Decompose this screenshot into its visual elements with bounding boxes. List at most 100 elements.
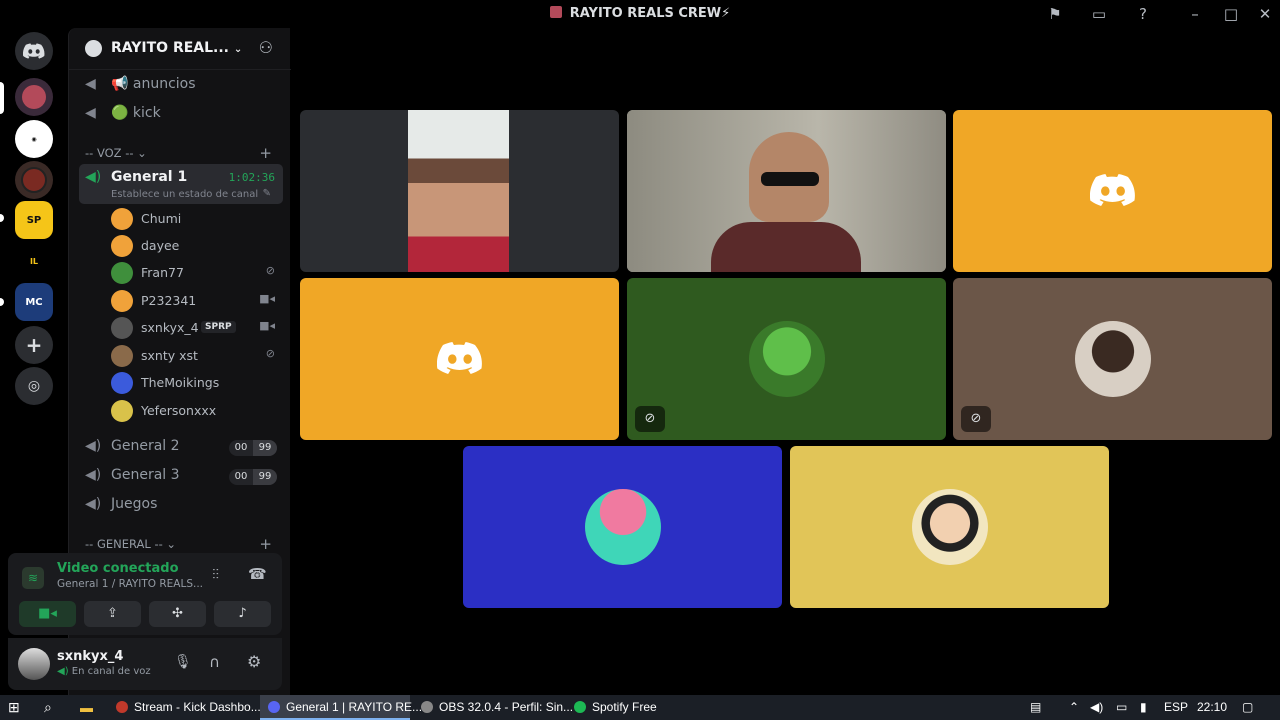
server-icon-3[interactable] <box>15 161 53 199</box>
server-name[interactable]: RAYITO REAL... ⌄ <box>111 40 242 56</box>
avatar[interactable] <box>111 345 133 367</box>
video-tile[interactable] <box>463 446 782 608</box>
avatar[interactable] <box>111 372 133 394</box>
language-indicator[interactable]: ESP <box>1164 695 1188 720</box>
voice-member[interactable]: Chumi <box>109 206 279 232</box>
hoodie <box>711 222 861 272</box>
category-general[interactable]: -- GENERAL -- ⌄ <box>85 537 176 551</box>
pencil-icon[interactable]: ✎ <box>263 188 271 199</box>
avatar[interactable] <box>111 208 133 230</box>
channel-kick[interactable]: ◀ 🟢 kick <box>79 100 283 128</box>
tray-chevron-icon[interactable]: ⌃ <box>1069 695 1079 720</box>
inbox-icon[interactable]: ▭ <box>1088 4 1110 24</box>
add-channel-icon[interactable]: + <box>259 144 272 162</box>
soundboard-button[interactable]: ♪ <box>214 601 271 627</box>
channel-general-3[interactable]: ◀) General 3 00 99 <box>79 462 283 490</box>
server-header[interactable]: RAYITO REAL... ⌄ ⚇ <box>69 28 291 70</box>
windows-start-icon[interactable]: ⊞ <box>8 695 20 720</box>
channel-general-1[interactable]: ◀) General 1 1:02:36 Establece un estado… <box>79 164 283 204</box>
network-icon[interactable]: ▭ <box>1116 695 1127 720</box>
news-icon[interactable]: ▤ <box>1030 695 1041 720</box>
voice-member[interactable]: dayee <box>109 233 279 259</box>
voice-member[interactable]: Yefersonxxx <box>109 398 279 424</box>
server-icon-5[interactable]: IL <box>15 242 53 280</box>
windows-taskbar: ⊞ ⌕ ▬ Stream - Kick Dashbo... General 1 … <box>0 695 1280 720</box>
video-tile[interactable] <box>300 110 619 272</box>
speaker-icon: ◀) <box>85 467 102 483</box>
mic-tray-icon[interactable]: ▮ <box>1140 695 1147 720</box>
category-voz[interactable]: -- VOZ -- ⌄ <box>85 146 147 160</box>
server-icon-4[interactable]: SP <box>15 201 53 239</box>
username: sxnkyx_4 <box>57 649 124 664</box>
discord-logo-icon <box>436 342 482 374</box>
volume-icon[interactable]: ◀) <box>1090 695 1103 720</box>
user-count: 00 <box>234 442 248 453</box>
video-tile[interactable] <box>953 110 1272 272</box>
user-limit: 99 <box>253 440 277 456</box>
user-limit-badge: 00 99 <box>229 469 277 485</box>
avatar[interactable] <box>111 290 133 312</box>
clock[interactable]: 22:10 <box>1197 695 1227 720</box>
close-icon[interactable]: ✕ <box>1254 4 1276 24</box>
invite-icon[interactable]: ⚇ <box>259 38 273 57</box>
taskbar-item-kick[interactable]: Stream - Kick Dashbo... <box>108 695 261 720</box>
voice-status-subtitle[interactable]: General 1 / RAYITO REALS... <box>57 578 203 590</box>
taskbar-item-obs[interactable]: OBS 32.0.4 - Perfil: Sin... <box>415 695 573 720</box>
avatar[interactable] <box>111 317 133 339</box>
voice-member[interactable]: sxnty xst ⊘ <box>109 343 279 369</box>
signal-icon[interactable]: ≋ <box>22 567 44 589</box>
channel-general-2[interactable]: ◀) General 2 00 99 <box>79 433 283 461</box>
muted-icon: ⊘ <box>265 264 275 277</box>
microphone-icon[interactable]: 🎙 <box>174 654 192 670</box>
server-icon-1[interactable] <box>15 78 53 116</box>
category-label: -- VOZ -- <box>85 146 134 160</box>
speaker-icon: ◀) <box>57 666 69 677</box>
flag-icon[interactable]: ⚑ <box>1044 4 1066 24</box>
disconnect-icon[interactable]: ☎ <box>248 565 267 583</box>
search-icon[interactable]: ⌕ <box>44 695 52 720</box>
voice-member[interactable]: Fran77 ⊘ <box>109 260 279 286</box>
avatar[interactable] <box>111 262 133 284</box>
help-icon[interactable]: ? <box>1132 4 1154 24</box>
taskbar-label: Spotify Free <box>592 700 657 714</box>
video-tile[interactable] <box>627 110 946 272</box>
channel-anuncios[interactable]: ◀ 📢 anuncios <box>79 71 283 99</box>
voice-member[interactable]: TheMoikings <box>109 370 279 396</box>
server-name-text: RAYITO REAL... <box>111 40 230 56</box>
taskbar-item-discord[interactable]: General 1 | RAYITO RE... <box>260 695 422 720</box>
minimize-icon[interactable]: – <box>1184 4 1206 24</box>
file-explorer-icon[interactable]: ▬ <box>80 695 93 720</box>
speaker-icon: ◀) <box>85 169 102 185</box>
voice-status-title[interactable]: Video conectado <box>57 561 179 576</box>
noise-suppression-icon[interactable]: ⫶⫶ <box>212 567 219 583</box>
spotify-icon <box>574 701 586 713</box>
voice-member[interactable]: P232341 ■◂ <box>109 288 279 314</box>
discover-icon[interactable]: ◎ <box>15 367 53 405</box>
channel-label: General 1 <box>111 169 188 185</box>
add-server-icon[interactable]: + <box>15 326 53 364</box>
maximize-icon[interactable]: □ <box>1220 4 1242 24</box>
server-icon-6[interactable]: MC <box>15 283 53 321</box>
discord-home-icon[interactable] <box>15 32 53 70</box>
camera-button[interactable]: ■◂ <box>19 601 76 627</box>
video-tile[interactable] <box>790 446 1109 608</box>
activities-button[interactable]: ✣ <box>149 601 206 627</box>
avatar[interactable] <box>18 648 50 680</box>
taskbar-item-spotify[interactable]: Spotify Free <box>568 695 668 720</box>
screenshare-button[interactable]: ⇪ <box>84 601 141 627</box>
channel-juegos[interactable]: ◀) Juegos <box>79 491 283 519</box>
voice-member[interactable]: sxnkyx_4 SPRP ■◂ <box>109 315 279 341</box>
avatar[interactable] <box>111 235 133 257</box>
discord-window: RAYITO REALS CREW⚡ ⚑ ▭ ? – □ ✕ ◉ SP IL M… <box>0 0 1280 695</box>
add-channel-icon[interactable]: + <box>259 535 272 553</box>
notifications-icon[interactable]: ▢ <box>1242 695 1253 720</box>
server-icon-2[interactable]: ◉ <box>15 120 53 158</box>
video-tile[interactable] <box>300 278 619 440</box>
headphones-icon[interactable]: ∩ <box>209 653 220 671</box>
avatar[interactable] <box>111 400 133 422</box>
video-tile[interactable]: ⊘ <box>953 278 1272 440</box>
channel-status-text[interactable]: Establece un estado de canal <box>111 189 258 200</box>
settings-gear-icon[interactable]: ⚙ <box>247 652 261 671</box>
video-tile[interactable]: ⊘ <box>627 278 946 440</box>
channel-label: 📢 anuncios <box>111 76 196 92</box>
